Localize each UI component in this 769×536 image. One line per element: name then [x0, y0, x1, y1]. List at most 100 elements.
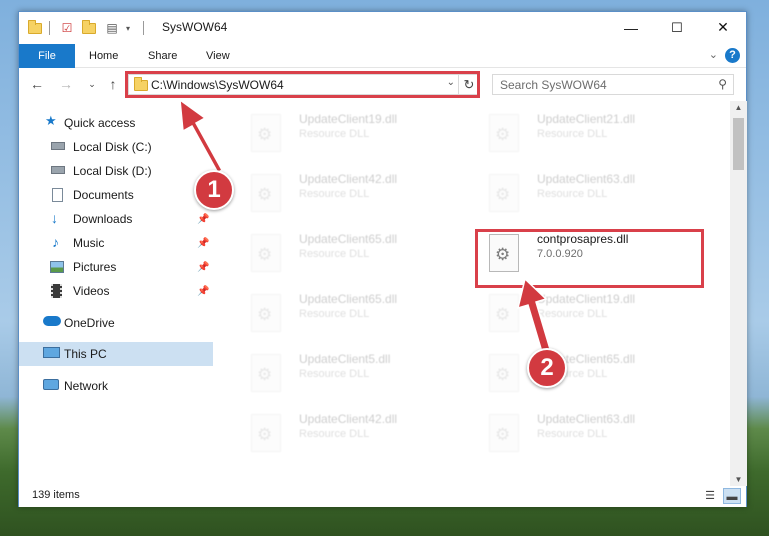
file-highlight-box — [475, 229, 704, 288]
file-description: Resource DLL — [299, 368, 370, 380]
file-name: UpdateClient65.dll — [299, 232, 398, 246]
computer-icon — [43, 347, 60, 358]
sidebar-item-quick-access[interactable]: ★ Quick access — [19, 111, 213, 135]
file-item[interactable]: UpdateClient63.dll Resource DLL — [479, 168, 709, 224]
properties-icon[interactable]: ☑ — [59, 19, 75, 37]
back-arrow-icon[interactable]: ← — [28, 75, 46, 93]
sidebar-item-label: Local Disk (C:) — [73, 140, 152, 154]
sidebar-item-music[interactable]: ♪ Music 📌 — [19, 231, 213, 255]
file-item[interactable]: UpdateClient63.dll Resource DLL — [479, 408, 709, 464]
maximize-button[interactable]: ☐ — [654, 12, 700, 43]
cloud-icon — [43, 316, 61, 326]
file-name: UpdateClient42.dll — [299, 172, 398, 186]
dll-file-icon — [489, 354, 519, 392]
address-highlight-box — [125, 71, 480, 98]
drive-icon — [51, 142, 65, 150]
divider — [49, 21, 50, 35]
scroll-down-icon[interactable]: ▼ — [730, 475, 747, 484]
sidebar-item-label: Videos — [73, 284, 110, 298]
vertical-scrollbar[interactable]: ▲ ▼ — [730, 101, 747, 486]
file-item[interactable]: UpdateClient42.dll Resource DLL — [241, 168, 471, 224]
dll-file-icon — [251, 294, 281, 332]
dll-file-icon — [251, 414, 281, 452]
videos-icon — [51, 284, 62, 298]
file-description: Resource DLL — [537, 128, 608, 140]
file-list: UpdateClient19.dll Resource DLL UpdateCl… — [229, 100, 729, 480]
file-name: UpdateClient5.dll — [299, 352, 391, 366]
callout-step-1: 1 — [194, 170, 234, 210]
pin-icon[interactable]: 📌 — [197, 262, 209, 273]
ribbon-tabs: File Home Share View ⌄ ? — [19, 44, 746, 68]
dll-file-icon — [251, 234, 281, 272]
tab-file[interactable]: File — [19, 44, 75, 68]
dll-file-icon — [489, 294, 519, 332]
file-name: UpdateClient63.dll — [537, 412, 636, 426]
large-icons-view-icon[interactable]: ▬ — [723, 488, 741, 504]
star-icon: ★ — [45, 113, 57, 128]
recent-locations-icon[interactable]: ⌄ — [83, 75, 101, 93]
up-arrow-icon[interactable]: ↑ — [104, 75, 122, 93]
tab-home[interactable]: Home — [89, 44, 118, 68]
search-input[interactable]: Search SysWOW64 ⚲ — [492, 74, 734, 95]
file-item[interactable]: UpdateClient19.dll Resource DLL — [241, 108, 471, 164]
music-icon: ♪ — [52, 234, 59, 250]
dll-file-icon — [251, 354, 281, 392]
file-name: UpdateClient19.dll — [537, 292, 636, 306]
sidebar-item-label: Music — [73, 236, 105, 250]
sidebar-item-network[interactable]: Network — [19, 374, 213, 398]
file-description: Resource DLL — [299, 428, 370, 440]
sidebar-item-pictures[interactable]: Pictures 📌 — [19, 255, 213, 279]
dll-file-icon — [251, 174, 281, 212]
minimize-button[interactable]: — — [608, 12, 654, 43]
documents-icon — [52, 188, 63, 202]
new-folder-icon[interactable] — [81, 19, 97, 37]
navigation-bar: ← → ⌄ ↑ C:\Windows\SysWOW64 ⌄ ↻ Search S… — [19, 69, 746, 99]
file-description: Resource DLL — [299, 188, 370, 200]
sidebar-item-this-pc[interactable]: This PC — [19, 342, 213, 366]
title-bar: ☑ ▤ ▾ SysWOW64 — ☐ ✕ — [19, 12, 746, 44]
item-count: 139 items — [32, 489, 80, 501]
file-item[interactable]: UpdateClient65.dll Resource DLL — [479, 348, 709, 404]
file-item[interactable]: UpdateClient21.dll Resource DLL — [479, 108, 709, 164]
file-description: Resource DLL — [299, 248, 370, 260]
scroll-up-icon[interactable]: ▲ — [730, 103, 747, 112]
close-button[interactable]: ✕ — [700, 12, 746, 43]
search-placeholder: Search SysWOW64 — [500, 78, 607, 92]
sidebar-item-local-disk-c[interactable]: Local Disk (C:) — [19, 135, 213, 159]
pin-icon[interactable]: 📌 — [197, 238, 209, 249]
sidebar-item-label: This PC — [64, 347, 107, 361]
file-item[interactable]: UpdateClient65.dll Resource DLL — [241, 288, 471, 344]
tab-view[interactable]: View — [206, 44, 230, 68]
sidebar-item-label: Quick access — [64, 116, 136, 130]
file-name: UpdateClient21.dll — [537, 112, 636, 126]
file-item[interactable]: UpdateClient65.dll Resource DLL — [241, 228, 471, 284]
file-item[interactable]: UpdateClient42.dll Resource DLL — [241, 408, 471, 464]
status-bar: 139 items ☰ ▬ — [19, 486, 746, 507]
callout-step-2: 2 — [527, 348, 567, 388]
window-title: SysWOW64 — [162, 20, 228, 34]
sidebar-item-local-disk-d[interactable]: Local Disk (D:) — [19, 159, 213, 183]
dll-file-icon — [489, 114, 519, 152]
help-icon[interactable]: ? — [725, 48, 740, 63]
expand-ribbon-icon[interactable]: ⌄ — [709, 48, 718, 61]
file-item[interactable]: UpdateClient19.dll Resource DLL — [479, 288, 709, 344]
customize-icon[interactable]: ▤ — [103, 19, 121, 37]
pictures-icon — [50, 261, 64, 273]
scroll-thumb[interactable] — [733, 118, 744, 170]
sidebar-item-onedrive[interactable]: OneDrive — [19, 311, 213, 335]
pin-icon[interactable]: 📌 — [197, 286, 209, 297]
divider — [143, 21, 144, 35]
sidebar-item-documents[interactable]: Documents — [19, 183, 213, 207]
download-icon: ↓ — [51, 210, 58, 226]
pin-icon[interactable]: 📌 — [197, 214, 209, 225]
tab-share[interactable]: Share — [148, 44, 177, 68]
file-description: Resource DLL — [537, 188, 608, 200]
file-item[interactable]: UpdateClient5.dll Resource DLL — [241, 348, 471, 404]
sidebar-item-downloads[interactable]: ↓ Downloads 📌 — [19, 207, 213, 231]
sidebar-item-videos[interactable]: Videos 📌 — [19, 279, 213, 303]
qa-dropdown-icon[interactable]: ▾ — [123, 19, 133, 37]
details-view-icon[interactable]: ☰ — [701, 488, 719, 504]
forward-arrow-icon[interactable]: → — [57, 75, 75, 93]
file-name: UpdateClient42.dll — [299, 412, 398, 426]
explorer-window: ☑ ▤ ▾ SysWOW64 — ☐ ✕ File Home Share Vie… — [18, 11, 747, 507]
